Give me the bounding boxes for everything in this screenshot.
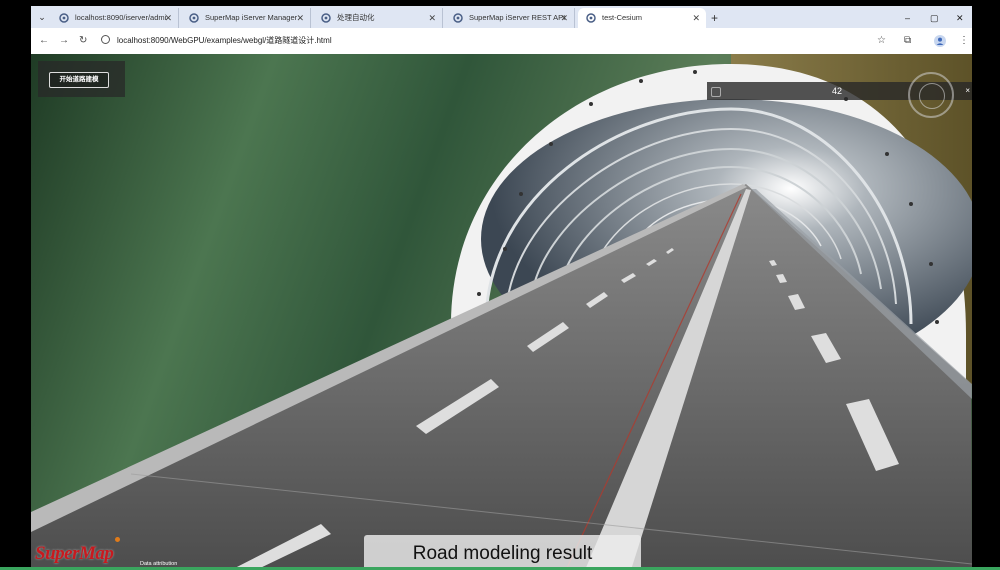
start-road-modeling-button[interactable]: 开始道路建模 <box>49 72 109 88</box>
scene-viewport[interactable]: 开始道路建模 42 × SuperMap Data attribution Ro… <box>31 54 972 570</box>
tab-iserver-manager[interactable]: SuperMap iServer Manager ✕ <box>181 8 311 28</box>
minimize-button[interactable]: – <box>905 8 910 28</box>
supermap-favicon-icon <box>189 13 199 23</box>
new-tab-button[interactable]: + <box>711 8 718 28</box>
url-field[interactable]: localhost:8090/WebGPU/examples/webgl/道路隧… <box>117 34 332 48</box>
browser-window: ⌄ localhost:8090/iserver/admi ✕ SuperMap… <box>31 6 972 570</box>
extensions-icon[interactable]: ⧉ <box>904 34 911 48</box>
tab-rest-api[interactable]: SuperMap iServer REST API ✕ <box>445 8 575 28</box>
close-icon[interactable]: ✕ <box>692 8 700 28</box>
reload-icon[interactable]: ↻ <box>79 34 87 48</box>
checkbox-icon[interactable] <box>711 87 721 97</box>
readout-value: 42 <box>831 86 842 96</box>
tab-title: SuperMap iServer REST API <box>469 13 566 22</box>
tab-title: test-Cesium <box>602 13 643 22</box>
logo-dot <box>115 537 120 542</box>
site-info-icon[interactable] <box>101 35 110 44</box>
tab-processing-automation[interactable]: 处理自动化 ✕ <box>313 8 443 28</box>
address-bar: ← → ↻ localhost:8090/WebGPU/examples/web… <box>31 28 972 55</box>
tab-test-cesium[interactable]: test-Cesium ✕ <box>578 8 706 28</box>
supermap-favicon-icon <box>321 13 331 23</box>
tool-panel: 开始道路建模 <box>38 61 125 97</box>
tab-title: localhost:8090/iserver/admi <box>75 13 167 22</box>
close-icon[interactable]: ✕ <box>164 8 172 28</box>
tunnel-scene <box>31 54 972 570</box>
close-icon[interactable]: ✕ <box>428 8 436 28</box>
more-menu-icon[interactable]: ⋮ <box>959 34 969 48</box>
close-icon[interactable]: ✕ <box>296 8 304 28</box>
readout-close-button[interactable]: × <box>965 82 970 100</box>
tab-iserver-admin[interactable]: localhost:8090/iserver/admi ✕ <box>51 8 179 28</box>
video-caption: Road modeling result <box>364 535 641 570</box>
profile-icon[interactable] <box>934 35 946 47</box>
tab-title: 处理自动化 <box>337 13 375 22</box>
tab-title: SuperMap iServer Manager <box>205 13 298 22</box>
supermap-favicon-icon <box>453 13 463 23</box>
close-icon[interactable]: ✕ <box>560 8 568 28</box>
window-close-button[interactable]: ✕ <box>956 8 964 28</box>
bookmark-star-icon[interactable]: ☆ <box>877 34 886 48</box>
maximize-button[interactable]: ▢ <box>930 8 939 28</box>
compass-icon[interactable] <box>908 72 954 118</box>
forward-arrow-icon[interactable]: → <box>59 34 69 48</box>
tab-strip: ⌄ localhost:8090/iserver/admi ✕ SuperMap… <box>31 6 972 28</box>
back-arrow-icon[interactable]: ← <box>39 34 49 48</box>
supermap-favicon-icon <box>586 13 596 23</box>
supermap-favicon-icon <box>59 13 69 23</box>
supermap-logo: SuperMap <box>35 543 114 564</box>
tab-search-icon[interactable]: ⌄ <box>35 10 49 24</box>
